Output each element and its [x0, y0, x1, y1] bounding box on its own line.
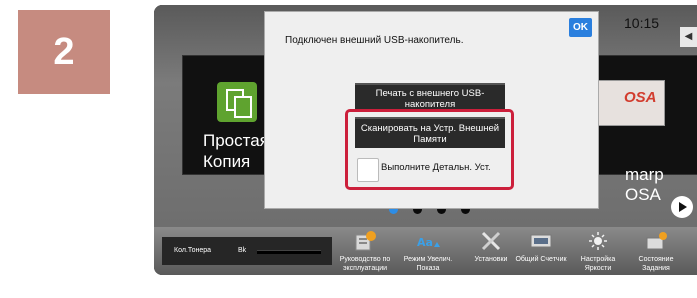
shortcut-magnify-mode[interactable]: Aa Режим Увелич. Показа	[401, 227, 455, 273]
print-from-usb-button[interactable]: Печать с внешнего USB-накопителя	[355, 83, 505, 110]
manual-icon	[353, 231, 377, 251]
shortcut-brightness-label: Настройка Яркости	[580, 256, 616, 272]
clock: 10:15	[624, 15, 660, 31]
toner-label: Кол.Тонера	[174, 247, 212, 254]
dialog-message: Подключен внешний USB-накопитель.	[285, 35, 464, 46]
ok-button[interactable]: OK	[569, 18, 592, 37]
shortcut-settings[interactable]: Установки	[464, 227, 518, 264]
shortcut-manual[interactable]: Руководство по эксплуатации	[338, 227, 392, 273]
tile-osa[interactable]: OSA marp OSA	[584, 55, 697, 204]
toner-level-box: Кол.Тонера Bk	[162, 237, 332, 265]
toner-level-bar	[257, 250, 321, 254]
shortcut-job-status-label: Состояние Задания	[638, 256, 674, 272]
device-screen: 10:15 ◀ Простая Копия OSA marp OSA Подкл…	[154, 5, 697, 275]
shortcut-settings-label: Установки	[474, 256, 508, 263]
toner-color-label: Bk	[238, 247, 247, 254]
next-page-icon[interactable]	[671, 196, 693, 218]
bottom-bar: Кол.Тонера Bk Руководство по эксплуатаци…	[154, 227, 697, 275]
usb-connected-dialog: Подключен внешний USB-накопитель. OK Печ…	[264, 11, 599, 209]
side-panel-arrow-icon[interactable]: ◀	[680, 27, 697, 47]
magnify-mode-icon: Aa	[416, 231, 440, 251]
brightness-icon	[586, 231, 610, 251]
shortcut-magnify-mode-label: Режим Увелич. Показа	[403, 256, 453, 272]
shortcut-job-status[interactable]: Состояние Задания	[629, 227, 683, 273]
shortcut-brightness[interactable]: Настройка Яркости	[571, 227, 625, 273]
settings-tools-icon	[479, 231, 503, 251]
step-number-badge: 2	[18, 10, 110, 94]
counter-icon	[529, 231, 553, 251]
job-status-icon	[644, 231, 668, 251]
shortcut-total-counter[interactable]: Общий Счетчик	[514, 227, 568, 264]
shortcut-manual-label: Руководство по эксплуатации	[339, 256, 391, 272]
tile-simple-copy[interactable]: Простая Копия	[182, 55, 272, 175]
osa-thumbnail: OSA	[597, 80, 665, 126]
osa-thumbnail-text: OSA	[624, 89, 657, 106]
highlight-frame	[345, 109, 514, 190]
copy-icon	[217, 82, 257, 122]
shortcut-total-counter-label: Общий Счетчик	[515, 256, 567, 263]
svg-text:Aa: Aa	[417, 236, 433, 249]
